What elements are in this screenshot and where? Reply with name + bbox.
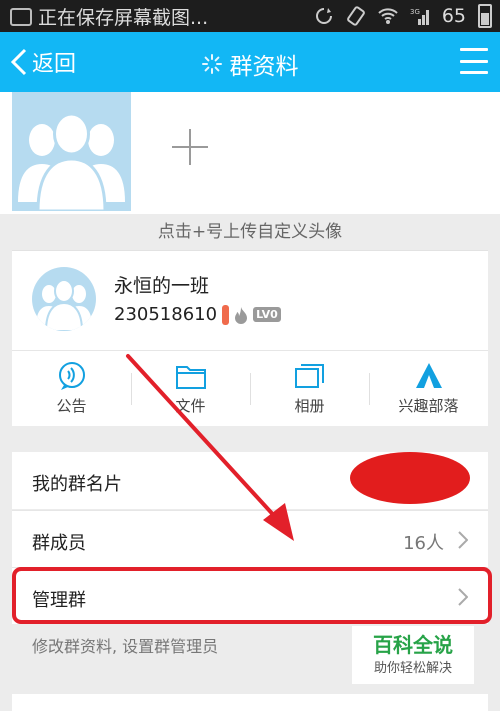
album-icon — [294, 364, 324, 388]
group-people-icon — [36, 279, 92, 331]
avatar-upload-row — [0, 92, 500, 214]
action-tribe[interactable]: 兴趣部落 — [369, 351, 488, 426]
group-members-row[interactable]: 群成员 16人 — [12, 510, 488, 567]
screenshot-icon — [10, 7, 32, 26]
quick-actions: 公告 文件 相册 兴趣部落 — [12, 350, 488, 426]
manage-group-row[interactable]: 管理群 — [12, 567, 488, 624]
chevron-right-icon — [458, 588, 468, 606]
group-id-row: 230518610 LV0 — [114, 304, 281, 325]
rotate-icon — [346, 6, 365, 26]
battery-icon — [478, 4, 492, 28]
svg-text:3G: 3G — [410, 8, 420, 16]
redaction-blob — [350, 452, 470, 504]
group-info-card[interactable]: 永恒的一班 230518610 LV0 — [12, 250, 488, 350]
announcement-icon — [58, 362, 85, 390]
group-name: 永恒的一班 — [114, 275, 210, 297]
action-label: 文件 — [175, 397, 206, 415]
status-notification-text: 正在保存屏幕截图... — [38, 7, 209, 29]
watermark-subtitle: 助你轻松解决 — [373, 661, 452, 676]
action-label: 相册 — [294, 397, 325, 415]
watermark-title: 百科全说 — [373, 633, 453, 657]
status-bar-right: 3G 65 — [314, 4, 492, 28]
signal-icon: 3G — [410, 8, 429, 25]
group-people-icon — [18, 112, 125, 211]
watermark-logo: 百科全说 助你轻松解决 — [352, 626, 474, 684]
action-announcement[interactable]: 公告 — [12, 351, 131, 426]
row-label: 管理群 — [32, 590, 86, 611]
next-row-partial — [12, 694, 488, 711]
flame-icon — [235, 306, 248, 324]
chevron-right-icon — [458, 531, 468, 549]
group-tag-badge — [222, 304, 230, 325]
page-title-wrap: 群资料 — [0, 47, 500, 81]
action-label: 公告 — [56, 397, 87, 415]
group-avatar — [32, 267, 96, 331]
folder-icon — [175, 366, 206, 389]
member-count: 16人 — [403, 533, 444, 554]
loading-spinner-icon — [201, 54, 222, 74]
action-label: 兴趣部落 — [398, 397, 459, 415]
row-label: 群成员 — [32, 533, 86, 554]
tribe-icon — [415, 363, 442, 388]
action-files[interactable]: 文件 — [131, 351, 250, 426]
level-badge: LV0 — [253, 307, 281, 322]
menu-line — [460, 59, 488, 63]
app-bar: 返回 群资料 — [0, 32, 500, 92]
my-group-card-row[interactable]: 我的群名片 — [12, 452, 488, 509]
upload-hint: 点击+号上传自定义头像 — [157, 222, 343, 242]
wifi-icon — [378, 8, 398, 24]
add-avatar-button[interactable] — [160, 117, 220, 177]
menu-button[interactable] — [460, 48, 488, 74]
manage-group-description: 修改群资料, 设置群管理员 — [32, 637, 219, 656]
group-id: 230518610 — [114, 304, 218, 325]
action-album[interactable]: 相册 — [250, 351, 369, 426]
battery-level-text: 65 — [441, 5, 466, 27]
sync-icon — [315, 8, 332, 24]
status-bar: 正在保存屏幕截图... 3G 65 — [0, 0, 500, 32]
status-bar-left: 正在保存屏幕截图... — [10, 3, 208, 30]
group-avatar-large[interactable] — [12, 92, 131, 211]
row-label: 我的群名片 — [32, 474, 122, 495]
menu-line — [460, 48, 488, 51]
page-title: 群资料 — [229, 54, 299, 80]
menu-line — [460, 71, 488, 74]
